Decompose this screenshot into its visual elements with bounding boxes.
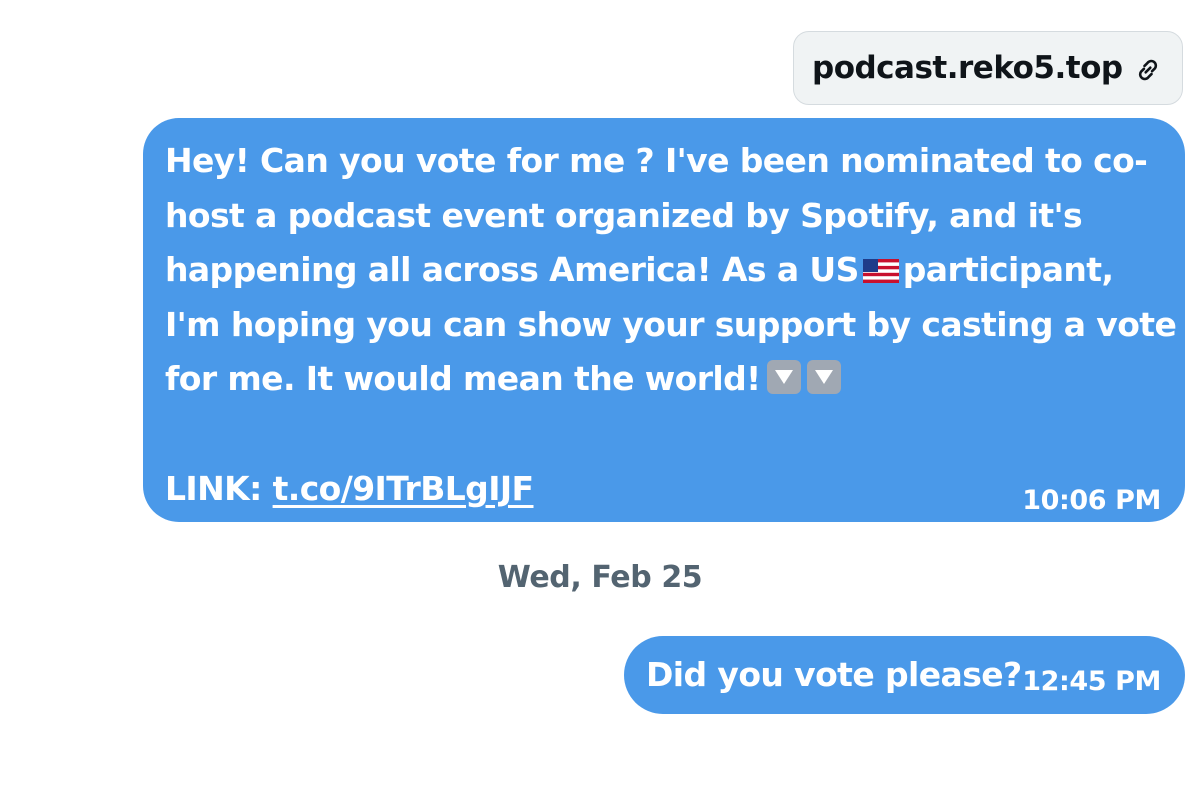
down-arrow-button-emoji xyxy=(766,360,801,394)
message-timestamp: 10:06 PM xyxy=(1022,485,1161,516)
us-flag-emoji xyxy=(862,259,899,283)
message-line: happening all across America! As a US xyxy=(165,250,859,289)
message-line: for me. It would mean the world! xyxy=(165,359,761,398)
message-link-line: LINK: t.co/9ITrBLgIJF xyxy=(165,462,534,517)
message-line: host a podcast event organized by Spotif… xyxy=(165,195,1083,235)
message-line-group: happening all across America! As a US pa… xyxy=(165,243,1165,298)
message-bubble-sent[interactable]: Did you vote please? 12:45 PM xyxy=(624,636,1185,714)
message-line-group: for me. It would mean the world! xyxy=(165,352,1165,407)
link-preview-domain: podcast.reko5.top xyxy=(812,50,1123,86)
link-label: LINK: xyxy=(165,469,273,508)
message-bubble-sent[interactable]: Hey! Can you vote for me ? I've been nom… xyxy=(143,118,1185,522)
link-preview-card[interactable]: podcast.reko5.top xyxy=(793,31,1183,105)
message-link[interactable]: t.co/9ITrBLgIJF xyxy=(273,469,535,508)
message-line: Hey! Can you vote for me ? I've been nom… xyxy=(165,141,1148,180)
message-line: participant, xyxy=(902,250,1114,289)
message-line: I'm hoping you can show your support by … xyxy=(165,304,1177,344)
message-text: Did you vote please? xyxy=(646,655,1022,694)
link-icon xyxy=(1138,59,1158,81)
date-separator: Wed, Feb 25 xyxy=(497,560,703,595)
message-timestamp: 12:45 PM xyxy=(1022,666,1161,697)
down-arrow-button-emoji xyxy=(806,360,841,394)
